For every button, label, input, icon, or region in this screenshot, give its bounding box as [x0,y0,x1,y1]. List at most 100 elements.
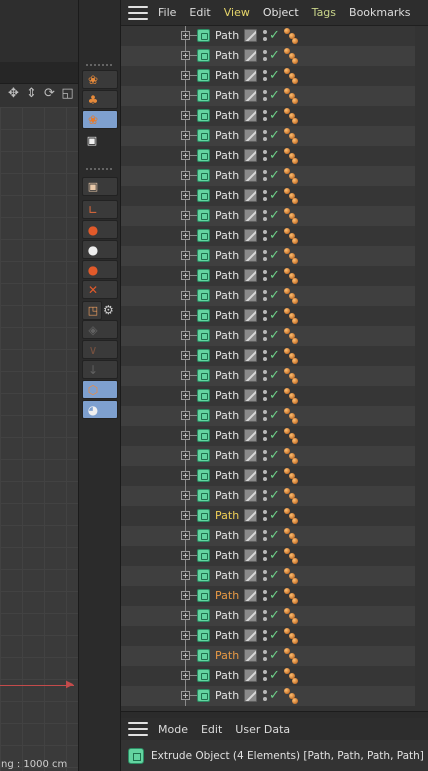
object-name[interactable]: Path [215,146,239,166]
expand-toggle-icon[interactable] [181,571,190,580]
tag-icon[interactable] [284,388,298,404]
rotate-view-icon[interactable]: ⟳ [42,86,57,101]
visibility-dots-icon[interactable] [262,448,268,464]
object-name[interactable]: Path [215,26,239,46]
tag-icon[interactable] [284,528,298,544]
visibility-dots-icon[interactable] [262,168,268,184]
visibility-dots-icon[interactable] [262,548,268,564]
expand-toggle-icon[interactable] [181,551,190,560]
object-row[interactable]: Path ✓ [121,406,428,426]
object-row[interactable]: Path ✓ [121,86,428,106]
visibility-dots-icon[interactable] [262,568,268,584]
render-region-tool[interactable]: ▣ [82,177,118,196]
object-row[interactable]: Path ✓ [121,686,428,706]
expand-toggle-icon[interactable] [181,511,190,520]
visibility-dots-icon[interactable] [262,28,268,44]
enabled-check-icon[interactable]: ✓ [269,286,280,305]
object-name[interactable]: Path [215,506,239,526]
visibility-dots-icon[interactable] [262,188,268,204]
visibility-dots-icon[interactable] [262,588,268,604]
enabled-check-icon[interactable]: ✓ [269,406,280,425]
object-row[interactable]: Path ✓ [121,306,428,326]
visibility-dots-icon[interactable] [262,108,268,124]
attr-menu-mode[interactable]: Mode [158,723,188,736]
editor-visibility-icon[interactable] [244,49,257,62]
tag-icon[interactable] [284,88,298,104]
expand-toggle-icon[interactable] [181,271,190,280]
tag-icon[interactable] [284,548,298,564]
expand-toggle-icon[interactable] [181,611,190,620]
enabled-check-icon[interactable]: ✓ [269,666,280,685]
expand-toggle-icon[interactable] [181,71,190,80]
editor-visibility-icon[interactable] [244,89,257,102]
expand-toggle-icon[interactable] [181,51,190,60]
tag-icon[interactable] [284,488,298,504]
enabled-check-icon[interactable]: ✓ [269,646,280,665]
visibility-dots-icon[interactable] [262,488,268,504]
snap-tool[interactable]: ◳ [82,301,102,320]
object-row[interactable]: Path ✓ [121,26,428,46]
tag-icon[interactable] [284,148,298,164]
editor-visibility-icon[interactable] [244,189,257,202]
object-row[interactable]: Path ✓ [121,586,428,606]
enabled-check-icon[interactable]: ✓ [269,206,280,225]
visibility-dots-icon[interactable] [262,688,268,704]
spline-pen-tool[interactable]: ❀ [82,70,118,89]
expand-toggle-icon[interactable] [181,291,190,300]
expand-toggle-icon[interactable] [181,411,190,420]
enabled-check-icon[interactable]: ✓ [269,306,280,325]
visibility-dots-icon[interactable] [262,268,268,284]
enabled-check-icon[interactable]: ✓ [269,426,280,445]
expand-toggle-icon[interactable] [181,251,190,260]
enabled-check-icon[interactable]: ✓ [269,366,280,385]
enabled-check-icon[interactable]: ✓ [269,166,280,185]
editor-visibility-icon[interactable] [244,309,257,322]
visibility-dots-icon[interactable] [262,348,268,364]
enabled-check-icon[interactable]: ✓ [269,586,280,605]
expand-toggle-icon[interactable] [181,151,190,160]
point-select-tool[interactable]: ● [82,220,118,239]
enabled-check-icon[interactable]: ✓ [269,246,280,265]
object-row[interactable]: Path ✓ [121,646,428,666]
palette-grip[interactable] [85,63,113,67]
editor-visibility-icon[interactable] [244,629,257,642]
object-row[interactable]: Path ✓ [121,66,428,86]
object-name[interactable]: Path [215,326,239,346]
enabled-check-icon[interactable]: ✓ [269,266,280,285]
visibility-dots-icon[interactable] [262,328,268,344]
generator-tool[interactable]: ⬡ [82,380,118,399]
visibility-dots-icon[interactable] [262,528,268,544]
dolly-view-icon[interactable]: ⇕ [24,86,39,101]
attr-menu-edit[interactable]: Edit [201,723,222,736]
object-row[interactable]: Path ✓ [121,486,428,506]
expand-toggle-icon[interactable] [181,591,190,600]
enabled-check-icon[interactable]: ✓ [269,486,280,505]
object-row[interactable]: Path ✓ [121,46,428,66]
object-row[interactable]: Path ✓ [121,346,428,366]
enabled-check-icon[interactable]: ✓ [269,26,280,45]
clapper-tool[interactable]: ▣ [82,131,118,150]
object-name[interactable]: Path [215,306,239,326]
editor-visibility-icon[interactable] [244,249,257,262]
object-row[interactable]: Path ✓ [121,286,428,306]
object-name[interactable]: Path [215,166,239,186]
editor-visibility-icon[interactable] [244,329,257,342]
editor-visibility-icon[interactable] [244,389,257,402]
editor-visibility-icon[interactable] [244,129,257,142]
object-row[interactable]: Path ✓ [121,526,428,546]
object-name[interactable]: Path [215,226,239,246]
editor-visibility-icon[interactable] [244,149,257,162]
object-row[interactable]: Path ✓ [121,566,428,586]
object-row[interactable]: Path ✓ [121,506,428,526]
tag-icon[interactable] [284,68,298,84]
enabled-check-icon[interactable]: ✓ [269,346,280,365]
tag-icon[interactable] [284,328,298,344]
expand-toggle-icon[interactable] [181,311,190,320]
move-point-tool[interactable]: ● [82,240,118,259]
object-row[interactable]: Path ✓ [121,426,428,446]
object-name[interactable]: Path [215,126,239,146]
object-name[interactable]: Path [215,86,239,106]
tag-icon[interactable] [284,188,298,204]
menu-object[interactable]: Object [263,6,299,19]
tag-icon[interactable] [284,168,298,184]
